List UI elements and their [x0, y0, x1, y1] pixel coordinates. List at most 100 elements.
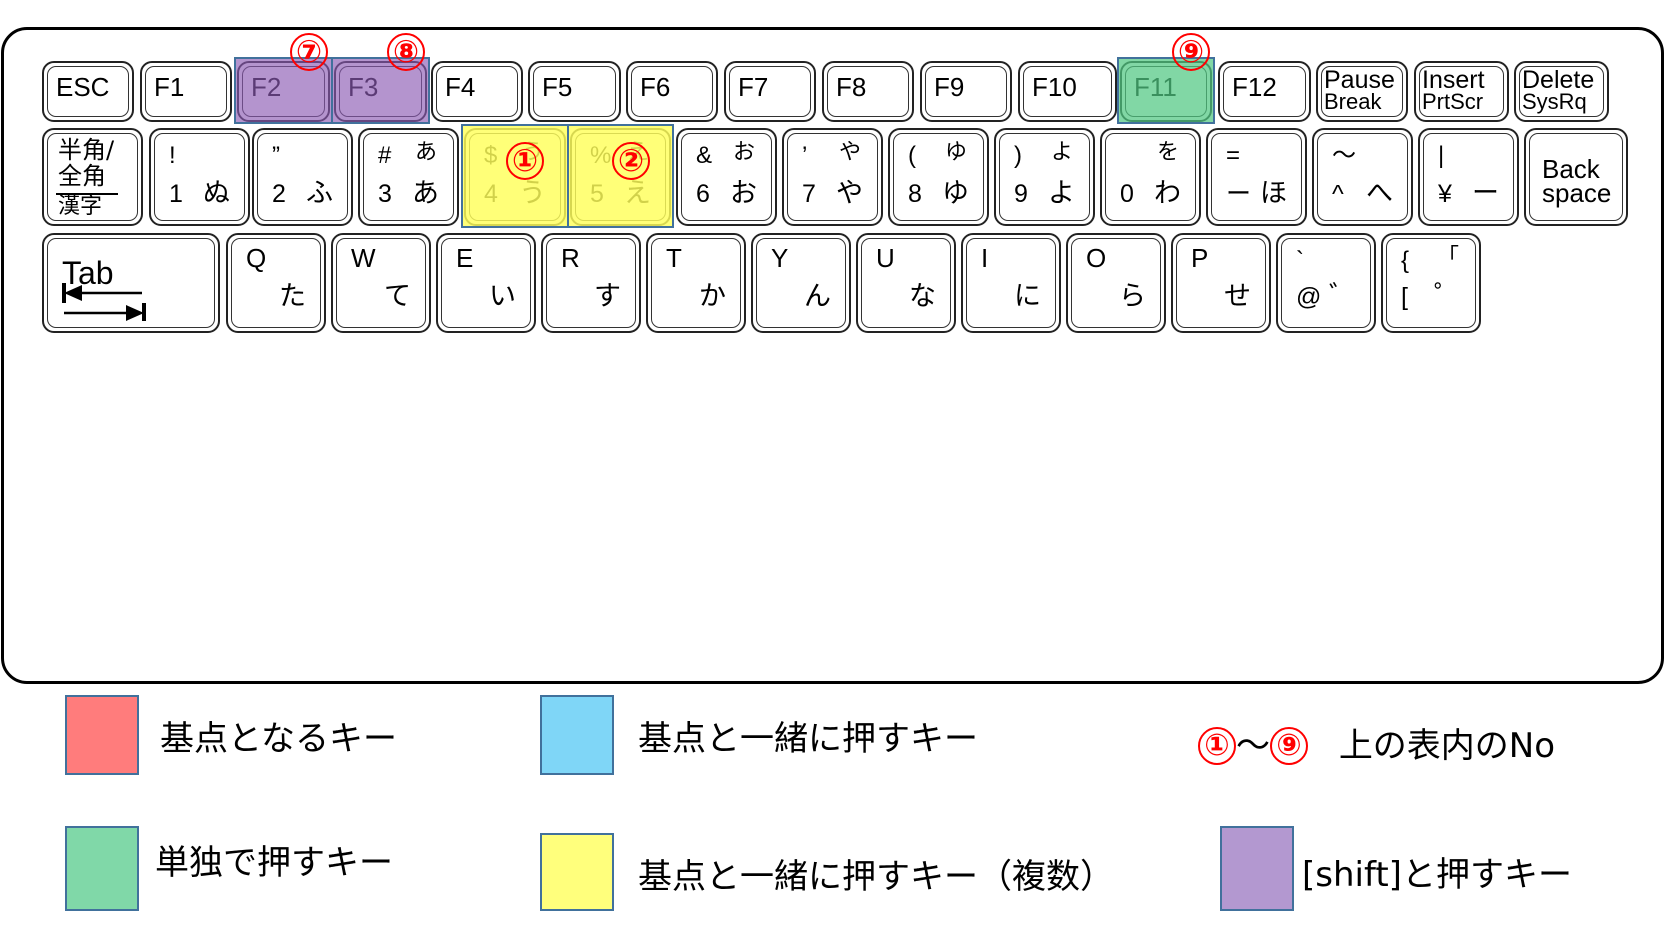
- key-label-base: [: [1401, 283, 1408, 311]
- key-hankaku[interactable]: 半角/全角 漢字: [42, 128, 143, 226]
- key-label-kana: お: [730, 178, 757, 209]
- key-label-base: ^: [1332, 180, 1344, 208]
- legend-swatch-shift-key: [1220, 826, 1294, 911]
- key-label-kana: ら: [1119, 281, 1146, 312]
- key-p[interactable]: Pせ: [1171, 233, 1271, 333]
- key-tab[interactable]: Tab: [42, 233, 220, 333]
- key-label-kana-shift: や: [838, 140, 861, 165]
- key-1[interactable]: ! 1 ぬ: [149, 128, 250, 226]
- key-insert[interactable]: Insert PrtScr: [1414, 61, 1509, 122]
- key-label: F5: [542, 72, 573, 102]
- key-label-kana-shift: ゆ: [944, 140, 967, 165]
- key-label-kana: ぬ: [203, 178, 230, 209]
- key-label-base: ¥: [1438, 180, 1452, 208]
- key-f9[interactable]: F9: [920, 61, 1012, 122]
- key-label-kana: ゛: [1329, 281, 1356, 312]
- key-label-base: @: [1296, 283, 1322, 311]
- key-label-kana: へ: [1366, 178, 1393, 209]
- key-label-kana: や: [836, 178, 863, 209]
- key-f10[interactable]: F10: [1018, 61, 1117, 122]
- legend-label-with-base-multi-key: 基点と一緒に押すキー（複数）: [638, 857, 1114, 897]
- key-label-kana: ん: [804, 281, 831, 312]
- key-label-bottom: SysRq: [1522, 89, 1587, 114]
- key-label: F1: [154, 72, 185, 102]
- key-i[interactable]: Iに: [961, 233, 1061, 333]
- key-caret[interactable]: ～ ^ へ: [1312, 128, 1413, 226]
- key-f7[interactable]: F7: [724, 61, 816, 122]
- key-label-kana: ゜: [1434, 281, 1461, 312]
- badge-1-icon: ①: [1198, 727, 1236, 765]
- keyboard-frame: [1, 27, 1664, 684]
- legend-swatch-with-base-multi-key: [540, 833, 614, 911]
- key-label-kana-shift: あ: [414, 140, 437, 165]
- key-f8[interactable]: F8: [822, 61, 914, 122]
- key-label-kana: ゆ: [942, 178, 969, 209]
- key-minus[interactable]: = ーほ: [1206, 128, 1307, 226]
- key-3[interactable]: # あ 3 あ: [358, 128, 459, 226]
- key-2[interactable]: ” 2 ふ: [252, 128, 353, 226]
- key-7[interactable]: ’ や 7 や: [782, 128, 883, 226]
- key-esc[interactable]: ESC: [42, 61, 134, 122]
- key-label: F4: [445, 72, 476, 102]
- key-e[interactable]: Eい: [436, 233, 536, 333]
- key-f5[interactable]: F5: [528, 61, 621, 122]
- legend-swatch-with-base-key: [540, 695, 614, 775]
- key-backspace[interactable]: Back space: [1524, 128, 1628, 226]
- key-label-base: 9: [1014, 180, 1028, 208]
- key-delete[interactable]: Delete SysRq: [1514, 61, 1609, 122]
- key-label: F7: [738, 72, 769, 102]
- key-label-shift: ”: [272, 142, 280, 169]
- key-label-kana-shift: お: [732, 140, 755, 165]
- key-label-kana: な: [909, 281, 936, 312]
- key-label-base: ー: [1226, 180, 1252, 208]
- key-label-kana: い: [489, 281, 516, 312]
- key-yen[interactable]: | ¥ ー: [1418, 128, 1519, 226]
- key-label-base: 7: [802, 180, 816, 208]
- key-label-kana: せ: [1224, 281, 1251, 312]
- key-8[interactable]: (ゆ 8 ゆ: [888, 128, 989, 226]
- key-f1[interactable]: F1: [140, 61, 232, 122]
- key-label-kana: た: [279, 281, 306, 312]
- key-0[interactable]: を0わ: [1100, 128, 1201, 226]
- key-label-shift: &: [696, 142, 713, 169]
- key-q[interactable]: Qた: [226, 233, 326, 333]
- key-label-base: 1: [169, 180, 183, 208]
- key-label-shift: #: [378, 142, 392, 169]
- key-6[interactable]: & お 6 お: [676, 128, 777, 226]
- key-label-middle: 全角: [58, 162, 106, 190]
- key-label-shift: !: [169, 142, 176, 169]
- key-y[interactable]: Yん: [751, 233, 851, 333]
- badge-f11-icon: ⑨: [1172, 33, 1210, 71]
- legend-label-number-range: 上の表内のNo: [1338, 726, 1556, 766]
- key-label: F9: [934, 72, 965, 102]
- key-t[interactable]: Tか: [646, 233, 746, 333]
- key-label-shift: T: [666, 243, 682, 273]
- key-f12[interactable]: F12: [1218, 61, 1311, 122]
- key-label-shift: R: [561, 243, 580, 273]
- key-f6[interactable]: F6: [626, 61, 718, 122]
- tab-arrows-icon: [60, 281, 150, 326]
- key-label-kana: か: [699, 281, 726, 312]
- legend-label-shift-key: [shift]と押すキー: [1302, 855, 1572, 895]
- legend-swatch-base-key: [65, 695, 139, 775]
- key-u[interactable]: Uな: [856, 233, 956, 333]
- key-label-shift: |: [1438, 142, 1445, 169]
- key-label-shift: (: [908, 142, 916, 169]
- key-label-kana: て: [384, 281, 411, 312]
- key-label: F10: [1032, 72, 1077, 102]
- key-o[interactable]: Oら: [1066, 233, 1166, 333]
- key-label-kana-shift: 「: [1436, 245, 1459, 270]
- legend-label-base-key: 基点となるキー: [160, 719, 397, 759]
- key-at[interactable]: ` @ ゛: [1276, 233, 1376, 333]
- key-label: ESC: [56, 72, 110, 102]
- key-w[interactable]: Wて: [331, 233, 431, 333]
- key-label-kana: わ: [1154, 178, 1181, 209]
- key-label-shift: ’: [802, 142, 808, 169]
- key-label-top: 半角/: [58, 136, 115, 164]
- key-label-kana: ふ: [306, 178, 333, 209]
- key-r[interactable]: Rす: [541, 233, 641, 333]
- key-pause[interactable]: Pause Break: [1316, 61, 1408, 122]
- key-bracket-open[interactable]: {「 [゜: [1381, 233, 1481, 333]
- key-9[interactable]: ) よ 9 よ: [994, 128, 1095, 226]
- key-f4[interactable]: F4: [431, 61, 523, 122]
